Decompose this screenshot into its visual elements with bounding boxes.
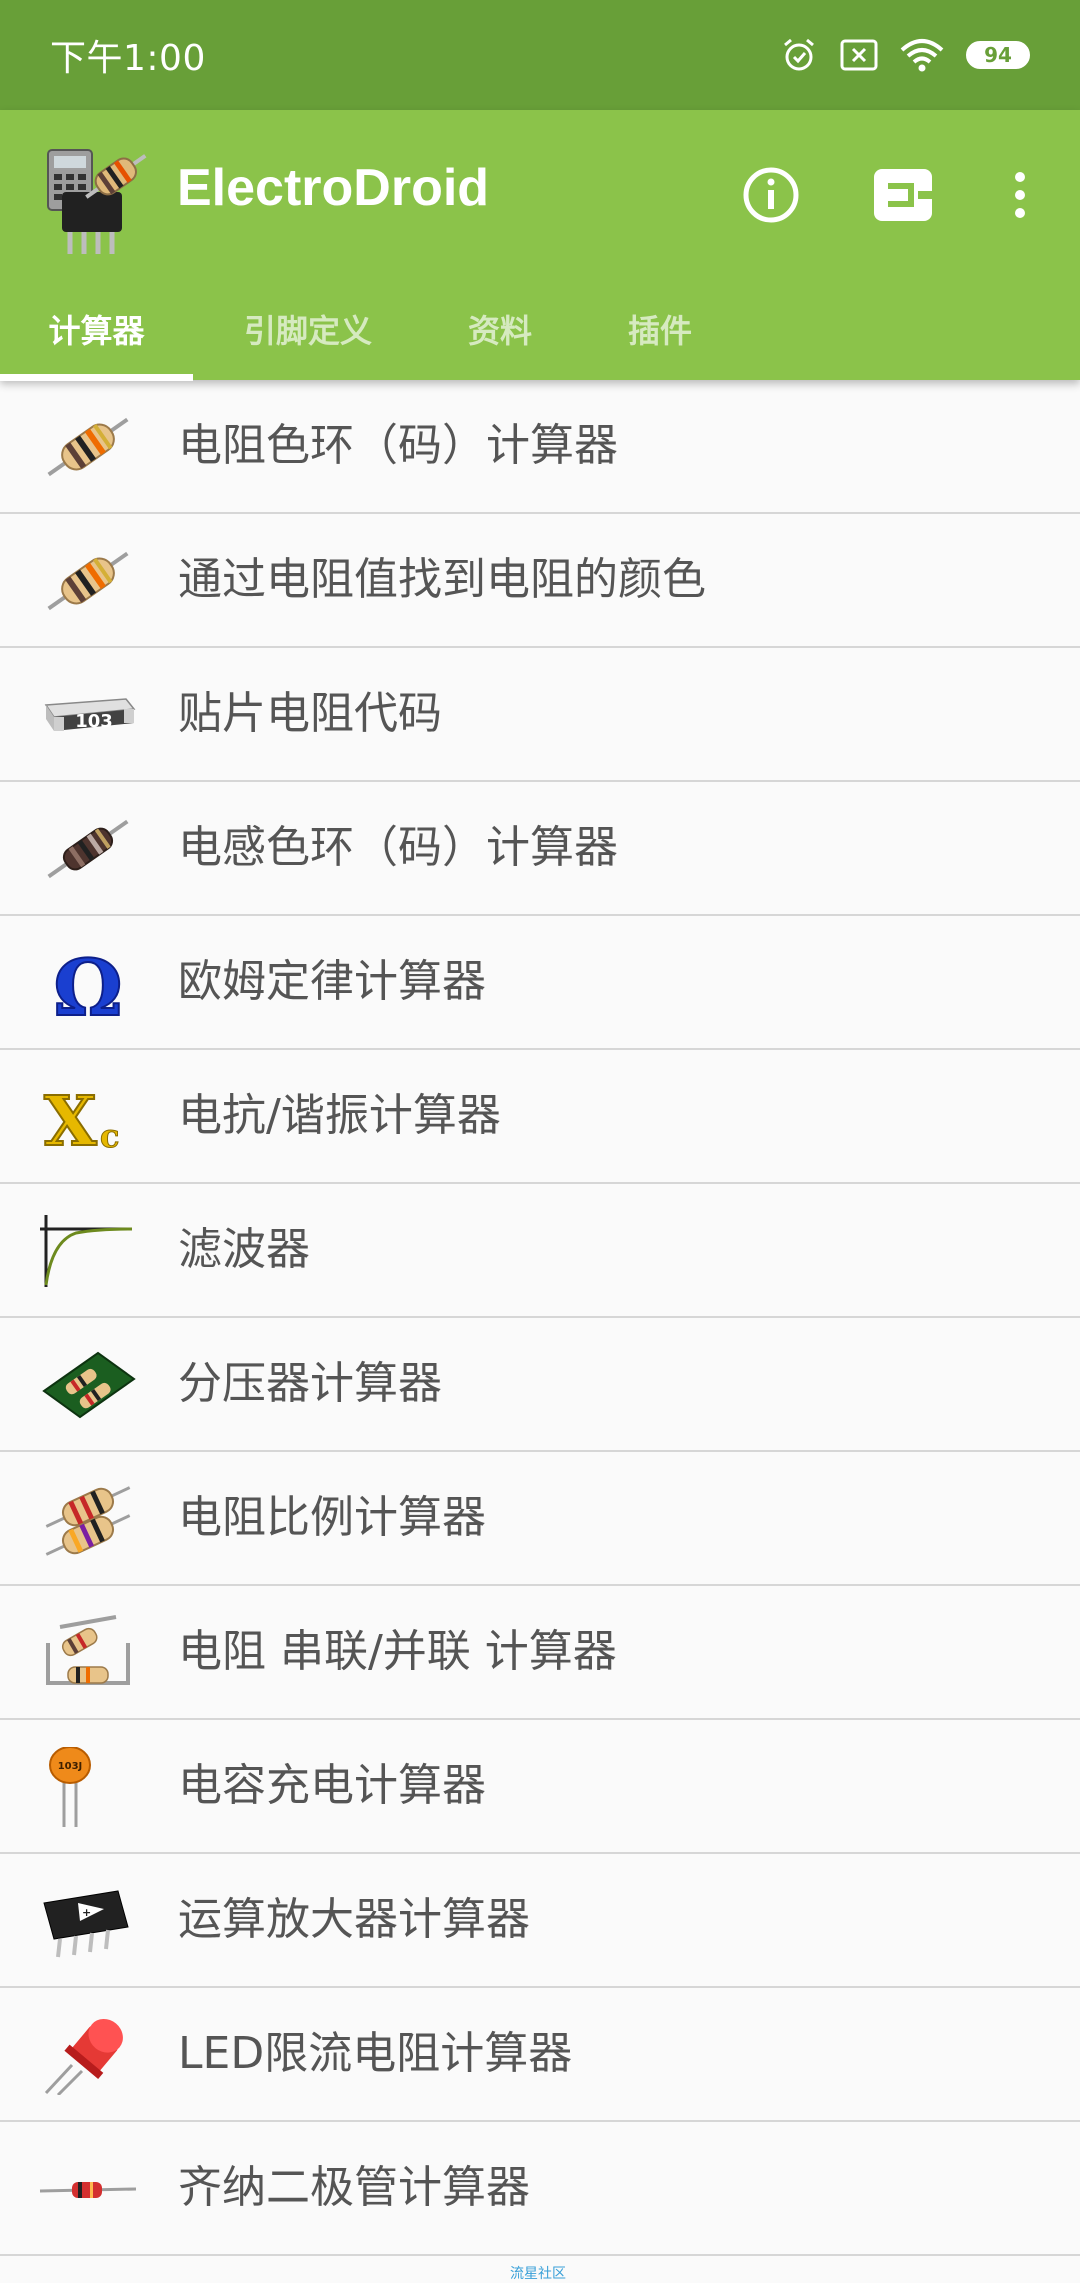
app-logo-icon	[47, 149, 147, 254]
resistor-icon	[47, 417, 129, 477]
zener-diode-icon	[39, 2182, 137, 2198]
battery-icon: 94	[966, 41, 1030, 69]
list-item[interactable]: + 运算放大器计算器	[0, 1854, 1080, 1988]
list-item-label: 贴片电阻代码	[178, 688, 442, 739]
list-item-label: 电阻 串联/并联 计算器	[178, 1626, 617, 1677]
list-item[interactable]: Ω 欧姆定律计算器	[0, 916, 1080, 1050]
list-item[interactable]: 分压器计算器	[0, 1318, 1080, 1452]
tab-resources[interactable]: 资料	[420, 290, 580, 380]
wifi-icon	[900, 39, 944, 72]
svg-text:c: c	[100, 1117, 119, 1155]
alarm-icon	[784, 38, 814, 71]
list-item[interactable]: X c 电抗/谐振计算器	[0, 1050, 1080, 1184]
app-bar: ElectroDroid 计算器 引脚定义 资料 插件	[0, 110, 1080, 381]
list-item[interactable]: 电感色环（码）计算器	[0, 782, 1080, 916]
list-item[interactable]: 103J 电容充电计算器	[0, 1720, 1080, 1854]
smd-code-text: 103	[75, 711, 113, 732]
list-item[interactable]: LED限流电阻计算器	[0, 1988, 1080, 2122]
list-item-label: 分压器计算器	[178, 1358, 442, 1409]
svg-text:X: X	[44, 1082, 97, 1157]
close-box-icon	[840, 39, 878, 71]
svg-text:+: +	[82, 1906, 91, 1919]
smd-resistor-icon: 103	[44, 698, 136, 732]
connector-button[interactable]	[858, 150, 948, 240]
info-button[interactable]	[726, 150, 816, 240]
status-bar: 下午1:00 94	[0, 0, 1080, 110]
tab-calculators[interactable]: 计算器	[0, 290, 193, 380]
more-options-button[interactable]	[975, 150, 1065, 240]
led-icon	[44, 2018, 123, 2095]
list-item-label: 电阻色环（码）计算器	[178, 420, 618, 471]
watermark-text: 流星社区	[510, 2266, 566, 2282]
list-item-label: 电容充电计算器	[178, 1760, 486, 1811]
capacitor-code-text: 103J	[58, 1761, 83, 1772]
list-item[interactable]: 电阻比例计算器	[0, 1452, 1080, 1586]
list-item[interactable]: 通过电阻值找到电阻的颜色	[0, 514, 1080, 648]
list-item[interactable]: 滤波器	[0, 1184, 1080, 1318]
list-item[interactable]: 齐纳二极管计算器	[0, 2122, 1080, 2256]
connector-icon	[874, 169, 932, 221]
calculator-list: 电阻色环（码）计算器 通过电阻值找到电阻的颜色 103 贴片电阻代码 电感色环（…	[0, 380, 1080, 2256]
resistor-ratio-icon	[45, 1486, 131, 1556]
status-time: 下午1:00	[50, 38, 206, 79]
status-icons: 94	[780, 36, 1030, 74]
list-item-label: 齐纳二极管计算器	[178, 2162, 530, 2213]
list-item-label: LED限流电阻计算器	[178, 2028, 573, 2079]
list-item[interactable]: 电阻 串联/并联 计算器	[0, 1586, 1080, 1720]
reactance-icon: X c	[43, 1081, 120, 1157]
list-item-label: 电抗/谐振计算器	[178, 1090, 501, 1141]
list-item-label: 运算放大器计算器	[178, 1894, 530, 1945]
list-item-label: 欧姆定律计算器	[178, 956, 486, 1007]
tab-plugins[interactable]: 插件	[580, 290, 740, 380]
app-title: ElectroDroid	[177, 159, 490, 217]
tab-pinouts[interactable]: 引脚定义	[213, 290, 403, 380]
inductor-icon	[47, 819, 129, 879]
filter-curve-icon	[40, 1215, 133, 1287]
ohm-icon: Ω	[52, 943, 123, 1023]
opamp-icon: +	[43, 1890, 129, 1958]
more-vert-icon	[1015, 172, 1025, 218]
info-icon	[743, 167, 799, 223]
voltage-divider-icon	[42, 1351, 136, 1419]
resistor-icon	[47, 551, 129, 611]
list-item-label: 通过电阻值找到电阻的颜色	[178, 554, 706, 605]
tab-bar: 计算器 引脚定义 资料 插件	[0, 290, 1080, 381]
list-item-label: 滤波器	[178, 1224, 310, 1275]
capacitor-icon: 103J	[49, 1747, 91, 1827]
list-item[interactable]: 电阻色环（码）计算器	[0, 380, 1080, 514]
list-item[interactable]: 103 贴片电阻代码	[0, 648, 1080, 782]
svg-text:Ω: Ω	[53, 943, 122, 1023]
list-item-label: 电阻比例计算器	[178, 1492, 486, 1543]
list-item-label: 电感色环（码）计算器	[178, 822, 618, 873]
resistor-network-icon	[46, 1615, 130, 1685]
